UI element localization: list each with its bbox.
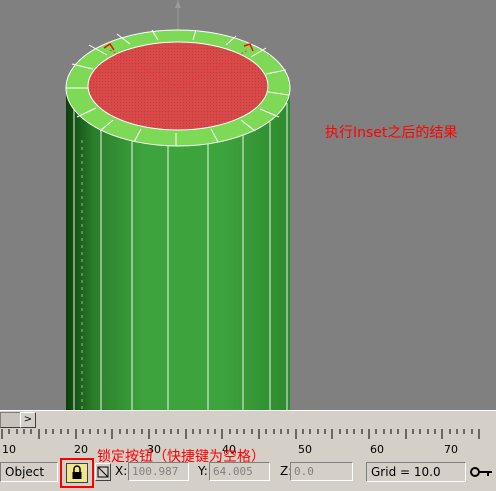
ruler-tick-label: 60 <box>370 443 384 456</box>
key-icon <box>470 467 492 477</box>
perspective-viewport[interactable]: 执行Inset之后的结果 <box>0 0 496 410</box>
inset-face <box>87 41 269 131</box>
grid-size-display: Grid = 10.0 <box>366 462 466 482</box>
selection-type-field[interactable]: Object <box>0 462 58 482</box>
lock-icon <box>72 465 82 479</box>
selection-mode-icon <box>97 466 109 478</box>
ruler-tick-label: 20 <box>74 443 88 456</box>
y-label: Y: <box>198 464 208 478</box>
absolute-relative-toggle[interactable] <box>95 463 111 481</box>
key-mode-button[interactable] <box>468 460 494 484</box>
time-slider-next-button[interactable]: > <box>20 412 36 428</box>
ruler-tick-label: 10 <box>2 443 16 456</box>
ruler-tick-label: 50 <box>298 443 312 456</box>
ruler-tick-label: 70 <box>444 443 458 456</box>
z-coordinate-field[interactable]: 0.0 <box>290 462 353 481</box>
time-slider[interactable]: > <box>0 410 496 429</box>
lock-button-note: 锁定按钮（快捷键为空格） <box>97 449 265 465</box>
x-label: X: <box>115 464 128 478</box>
z-axis-arrow <box>175 0 181 8</box>
inset-result-note: 执行Inset之后的结果 <box>325 125 458 141</box>
time-slider-thumb[interactable] <box>0 412 22 428</box>
lock-button-face <box>66 463 88 483</box>
selection-lock-button[interactable] <box>60 458 94 488</box>
ruler-ticks <box>1 429 480 439</box>
3d-scene <box>65 0 291 410</box>
